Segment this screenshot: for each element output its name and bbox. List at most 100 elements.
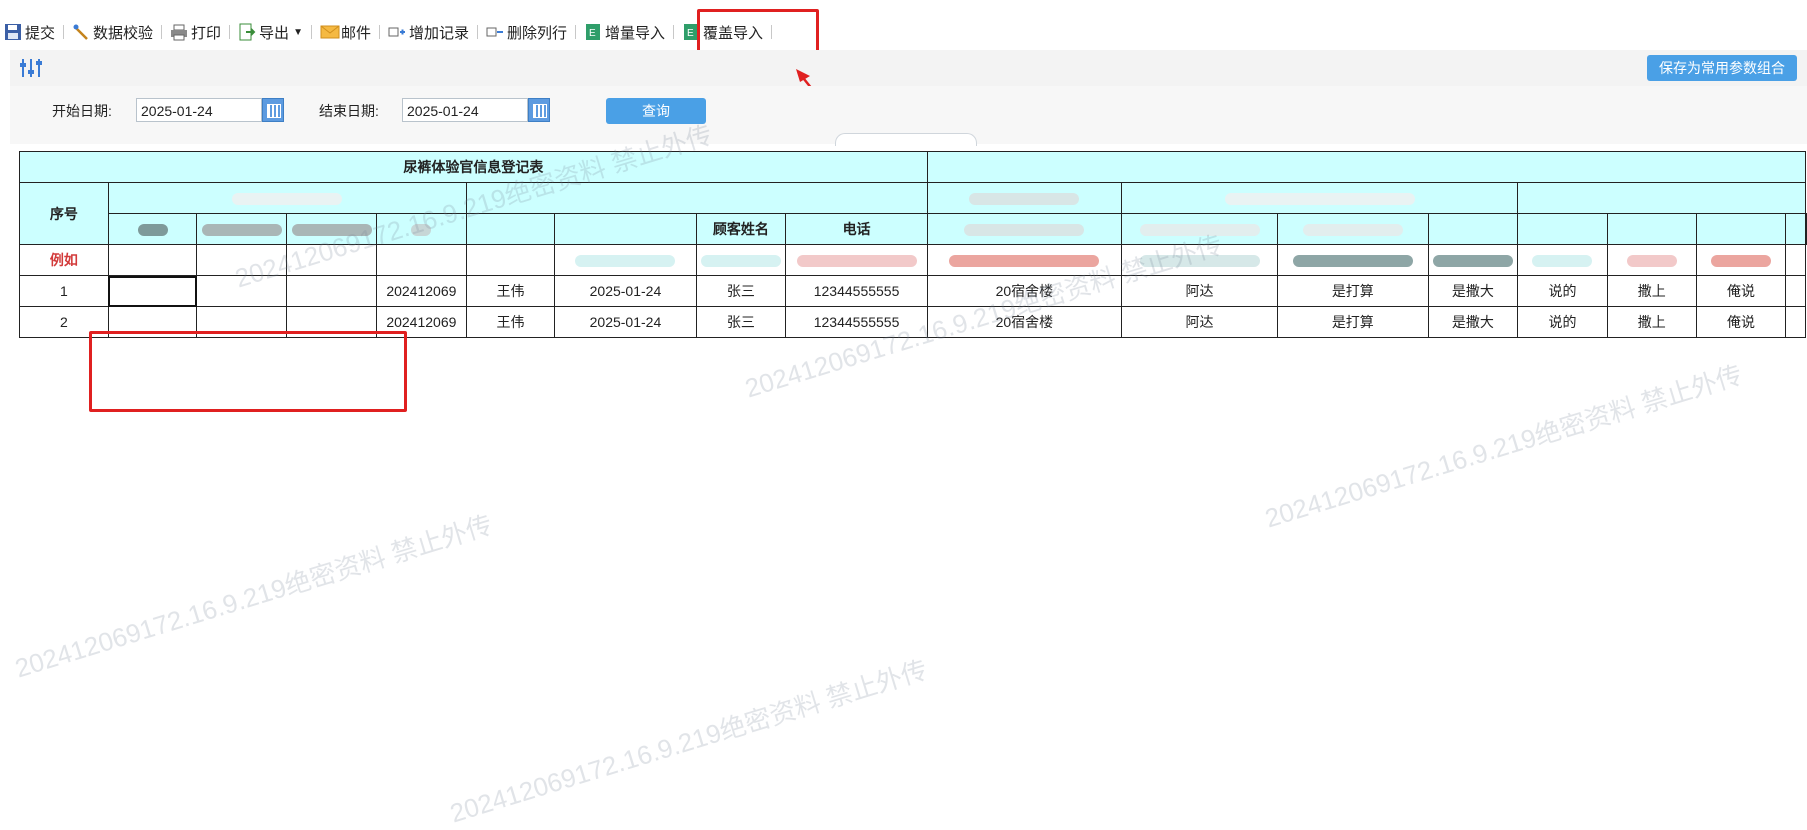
print-button[interactable]: 打印 <box>166 19 225 45</box>
phone-cell[interactable]: 12344555555 <box>785 306 928 338</box>
cell[interactable]: 阿达 <box>1120 306 1279 338</box>
add-record-button[interactable]: 增加记录 <box>384 19 473 45</box>
svg-text:E: E <box>687 28 694 39</box>
chevron-down-icon: ▼ <box>293 26 303 38</box>
export-icon <box>238 23 256 41</box>
column-header <box>107 213 198 245</box>
start-date-label: 开始日期: <box>52 103 112 119</box>
mail-icon <box>320 23 340 41</box>
column-header <box>286 213 378 245</box>
address-cell[interactable]: 20宿舍楼 <box>926 275 1122 307</box>
group-header <box>1120 182 1519 214</box>
cell[interactable] <box>695 244 787 276</box>
cell[interactable] <box>926 244 1122 276</box>
seq-cell[interactable]: 1 <box>19 275 109 307</box>
column-header <box>1785 213 1806 245</box>
cell[interactable]: 说的 <box>1517 306 1608 338</box>
cell[interactable]: 俺说 <box>1695 306 1787 338</box>
cell[interactable] <box>1277 244 1429 276</box>
seq-header: 序号 <box>19 182 109 245</box>
group-header <box>926 182 1122 214</box>
cell[interactable] <box>196 244 288 276</box>
save-param-combo-button[interactable]: 保存为常用参数组合 <box>1647 55 1797 81</box>
customer-cell[interactable]: 张三 <box>695 306 787 338</box>
address-cell[interactable]: 20宿舍楼 <box>926 306 1122 338</box>
cell[interactable]: 阿达 <box>1120 275 1279 307</box>
date-cell[interactable]: 2025-01-24 <box>554 306 697 338</box>
incremental-import-button[interactable]: E 增量导入 <box>580 19 669 45</box>
cell[interactable]: 撒上 <box>1606 306 1697 338</box>
cell[interactable] <box>1785 275 1806 307</box>
excel-icon: E <box>584 23 602 41</box>
export-button[interactable]: 导出 ▼ <box>234 19 307 45</box>
cell[interactable]: 说的 <box>1517 275 1608 307</box>
cell[interactable]: 撒上 <box>1606 275 1697 307</box>
mail-label: 邮件 <box>340 24 371 42</box>
watermark: 202412069172.16.9.219绝密资料 禁止外传 <box>1261 359 1746 534</box>
submit-button[interactable]: 提交 <box>0 19 59 45</box>
id-cell[interactable]: 202412069 <box>376 275 467 307</box>
customer-cell[interactable]: 张三 <box>695 275 787 307</box>
cell[interactable] <box>1785 244 1806 276</box>
column-header <box>1695 213 1787 245</box>
calendar-icon[interactable] <box>262 98 284 122</box>
column-header <box>196 213 288 245</box>
sheet-title: 尿裤体验官信息登记表 <box>19 151 928 183</box>
group-header <box>465 182 928 214</box>
end-date-label: 结束日期: <box>319 103 379 119</box>
mail-button[interactable]: 邮件 <box>316 19 375 45</box>
column-header <box>1427 213 1519 245</box>
cell[interactable]: 是打算 <box>1277 275 1429 307</box>
group-header <box>107 182 467 214</box>
collapse-handle[interactable] <box>835 133 977 146</box>
cell[interactable]: 是撒大 <box>1427 275 1519 307</box>
delete-row-button[interactable]: 删除列行 <box>482 19 571 45</box>
cell[interactable] <box>785 244 928 276</box>
cell[interactable] <box>1606 244 1697 276</box>
cell[interactable]: 是打算 <box>1277 306 1429 338</box>
watermark: 202412069172.16.9.219绝密资料 禁止外传 <box>11 509 496 684</box>
start-date-input[interactable]: 2025-01-24 <box>136 98 262 122</box>
name-cell[interactable]: 王伟 <box>465 275 556 307</box>
cell[interactable]: 俺说 <box>1695 275 1787 307</box>
column-header <box>376 213 467 245</box>
cell[interactable] <box>196 275 288 307</box>
cell[interactable] <box>1120 244 1279 276</box>
phone-cell[interactable]: 12344555555 <box>785 275 928 307</box>
end-date-input[interactable]: 2025-01-24 <box>402 98 528 122</box>
selected-cell[interactable] <box>107 275 198 307</box>
cell[interactable] <box>1695 244 1787 276</box>
cell[interactable] <box>1785 306 1806 338</box>
column-header <box>465 213 556 245</box>
save-icon <box>4 23 22 41</box>
toolbar-separator <box>229 25 231 39</box>
column-header <box>1517 213 1608 245</box>
name-cell[interactable]: 王伟 <box>465 306 556 338</box>
column-header <box>1606 213 1697 245</box>
report-table: 尿裤体验官信息登记表 序号 顾客姓名 电话 例如 1 202412069 王伟 … <box>19 151 1807 338</box>
sliders-icon[interactable] <box>18 56 44 80</box>
cell[interactable] <box>554 244 697 276</box>
cell[interactable] <box>286 275 378 307</box>
column-header <box>1120 213 1279 245</box>
empty-cells-highlight <box>89 331 407 412</box>
query-button[interactable]: 查询 <box>606 98 706 124</box>
cell[interactable] <box>286 244 378 276</box>
cell[interactable] <box>465 244 556 276</box>
calendar-icon[interactable] <box>528 98 550 122</box>
toolbar-separator <box>575 25 577 39</box>
cell[interactable] <box>107 244 198 276</box>
cell[interactable] <box>1517 244 1608 276</box>
submit-label: 提交 <box>25 24 56 42</box>
toolbar-separator <box>310 25 312 39</box>
cell[interactable] <box>1427 244 1519 276</box>
cell[interactable] <box>376 244 467 276</box>
cell[interactable]: 是撒大 <box>1427 306 1519 338</box>
watermark: 202412069172.16.9.219绝密资料 禁止外传 <box>446 654 931 829</box>
date-cell[interactable]: 2025-01-24 <box>554 275 697 307</box>
data-check-button[interactable]: 数据校验 <box>68 19 157 45</box>
example-label: 例如 <box>19 244 109 276</box>
column-header <box>1805 213 1807 245</box>
svg-text:E: E <box>589 28 596 39</box>
table-row: 1 202412069 王伟 2025-01-24 张三 12344555555… <box>19 275 1807 307</box>
